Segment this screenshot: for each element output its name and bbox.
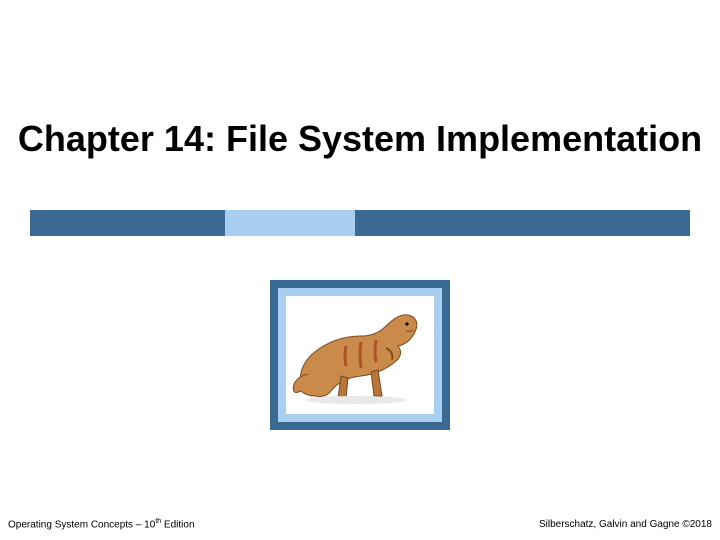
- footer-left: Operating System Concepts – 10th Edition: [8, 518, 195, 530]
- decorative-bar: [30, 210, 690, 236]
- slide-title: Chapter 14: File System Implementation: [0, 118, 720, 160]
- footer-right: Silberschatz, Galvin and Gagne ©2018: [539, 519, 712, 530]
- bar-segment-dark: [30, 210, 225, 236]
- bar-segment-dark: [355, 210, 690, 236]
- bar-segment-light: [225, 210, 355, 236]
- footer-left-post: Edition: [161, 519, 194, 530]
- image-frame-inner: [278, 288, 442, 422]
- dinosaur-illustration: [286, 296, 434, 414]
- dinosaur-icon: [286, 296, 434, 414]
- footer-left-pre: Operating System Concepts – 10: [8, 519, 155, 530]
- image-frame: [270, 280, 450, 430]
